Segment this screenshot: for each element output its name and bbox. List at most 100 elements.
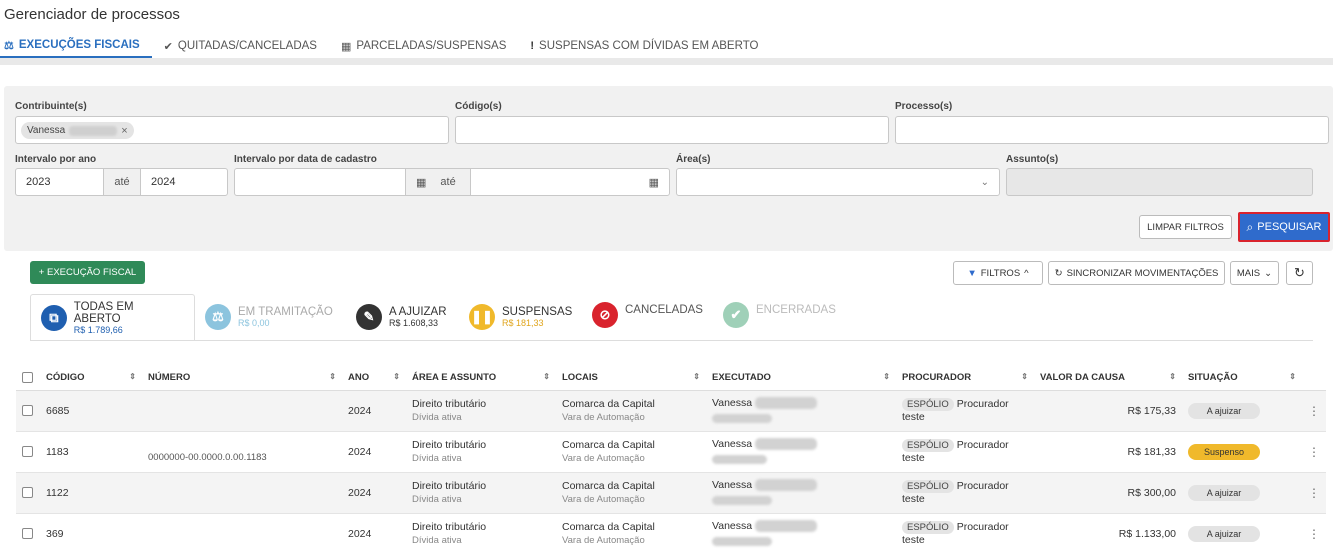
ban-icon: ⊘: [592, 302, 618, 328]
reload-button[interactable]: ↻: [1286, 261, 1313, 285]
table-row[interactable]: 369 2024 Direito tributário Dívida ativa …: [16, 513, 1326, 552]
local-text: Comarca da Capital: [562, 480, 655, 492]
vara-text: Vara de Automação: [562, 412, 645, 423]
ano-fim-input[interactable]: 2024: [140, 168, 228, 196]
codigo-cell: 1122: [40, 472, 142, 514]
executado-name: Vanessa: [712, 519, 753, 532]
tab-suspensas-dividas[interactable]: ! SUSPENSAS COM DÍVIDAS EM ABERTO: [526, 34, 770, 58]
status-label: EM TRAMITAÇÃO: [238, 306, 333, 318]
data-fim-input[interactable]: ▦: [470, 168, 670, 196]
area-cell: Direito tributário Dívida ativa: [406, 431, 556, 473]
executado-cell: Vanessa: [706, 431, 896, 473]
row-checkbox[interactable]: [22, 487, 33, 499]
vara-text: Vara de Automação: [562, 494, 645, 505]
col-numero[interactable]: NÚMERO ⇕: [142, 366, 342, 391]
data-inicio-input[interactable]: [234, 168, 406, 196]
tab-label: EXECUÇÕES FISCAIS: [18, 39, 140, 51]
ano-cell: 2024: [342, 513, 406, 552]
more-icon[interactable]: ⋮: [1302, 513, 1326, 552]
procurador-text: Procurador: [956, 521, 1009, 533]
redacted-text: [712, 536, 772, 546]
vara-text: Vara de Automação: [562, 535, 645, 546]
status-tab-todas[interactable]: ⧉ TODAS EM ABERTO R$ 1.789,66: [30, 294, 195, 340]
col-valor[interactable]: VALOR DA CAUSA ⇕: [1034, 366, 1182, 391]
local-text: Comarca da Capital: [562, 398, 655, 410]
gavel-icon: ✎: [356, 304, 382, 330]
executado-name: Vanessa: [712, 478, 753, 491]
col-situacao[interactable]: SITUAÇÃO ⇕: [1182, 366, 1302, 391]
locais-cell: Comarca da Capital Vara de Automação: [556, 390, 706, 432]
sort-icon: ⇕: [329, 372, 336, 381]
add-execucao-fiscal-button[interactable]: + EXECUÇÃO FISCAL: [30, 261, 145, 284]
more-icon[interactable]: ⋮: [1302, 431, 1326, 473]
sort-icon: ⇕: [1289, 372, 1296, 381]
processo-input[interactable]: [895, 116, 1329, 144]
refresh-icon: ↻: [1294, 265, 1305, 280]
col-locais[interactable]: LOCAIS ⇕: [556, 366, 706, 391]
table-row[interactable]: 1122 2024 Direito tributário Dívida ativa…: [16, 472, 1326, 514]
codigo-cell: 1183: [40, 431, 142, 473]
tab-label: PARCELADAS/SUSPENSAS: [356, 40, 507, 52]
copy-icon: ⧉: [41, 304, 67, 331]
ano-inicio-input[interactable]: 2023: [15, 168, 104, 196]
limpar-filtros-button[interactable]: LIMPAR FILTROS: [1139, 215, 1232, 239]
mais-button[interactable]: MAIS ⌄: [1230, 261, 1279, 285]
check-icon: ✔: [163, 40, 173, 53]
status-tab-encerradas[interactable]: ✔ ENCERRADAS: [723, 294, 836, 340]
redacted-text: [755, 438, 818, 451]
calendar-icon[interactable]: ▦: [416, 176, 426, 189]
ate-addon: até: [103, 168, 141, 196]
table-row[interactable]: 6685 2024 Direito tributário Dívida ativa…: [16, 390, 1326, 432]
col-codigo[interactable]: CÓDIGO ⇕: [40, 366, 142, 391]
close-icon[interactable]: ×: [121, 125, 127, 137]
processo-label: Processo(s): [895, 101, 953, 112]
tab-execucoes-fiscais[interactable]: ⚖ EXECUÇÕES FISCAIS: [0, 34, 152, 58]
procurador-text-2: teste: [902, 534, 925, 546]
executado-name: Vanessa: [712, 396, 753, 409]
tab-quitadas-canceladas[interactable]: ✔ QUITADAS/CANCELADAS: [160, 34, 329, 58]
assunto-label: Assunto(s): [1006, 154, 1059, 165]
filtros-button[interactable]: ▼ FILTROS ^: [953, 261, 1043, 285]
area-cell: Direito tributário Dívida ativa: [406, 513, 556, 552]
area-cell: Direito tributário Dívida ativa: [406, 390, 556, 432]
tab-parceladas-suspensas[interactable]: ▦ PARCELADAS/SUSPENSAS: [337, 34, 518, 58]
row-checkbox[interactable]: [22, 446, 33, 458]
calendar-icon[interactable]: ▦: [649, 176, 659, 189]
col-executado[interactable]: EXECUTADO ⇕: [706, 366, 896, 391]
select-all[interactable]: [16, 366, 40, 391]
procurador-cell: ESPÓLIO Procurador teste: [896, 472, 1034, 514]
status-label: A AJUIZAR: [389, 306, 447, 318]
sort-icon: ⇕: [693, 372, 700, 381]
area-select[interactable]: ⌄: [676, 168, 1000, 196]
procurador-cell: ESPÓLIO Procurador teste: [896, 390, 1034, 432]
assunto-text: Dívida ativa: [412, 535, 462, 546]
more-icon[interactable]: ⋮: [1302, 390, 1326, 432]
pause-icon: ❚❚: [469, 304, 495, 330]
checkbox[interactable]: [22, 372, 33, 384]
contribuinte-input[interactable]: Vanessa ×: [15, 116, 449, 144]
area-cell: Direito tributário Dívida ativa: [406, 472, 556, 514]
status-tab-tramitacao[interactable]: ⚖ EM TRAMITAÇÃO R$ 0,00: [205, 294, 333, 340]
calendar-icon: ▦: [340, 40, 352, 53]
row-checkbox[interactable]: [22, 405, 33, 417]
status-tab-ajuizar[interactable]: ✎ A AJUIZAR R$ 1.608,33: [356, 294, 447, 340]
filter-icon: ▼: [967, 267, 977, 279]
mais-label: MAIS: [1236, 267, 1261, 279]
col-procurador[interactable]: PROCURADOR ⇕: [896, 366, 1034, 391]
col-area[interactable]: ÁREA E ASSUNTO ⇕: [406, 366, 556, 391]
valor-cell: R$ 175,33: [1034, 390, 1182, 432]
col-ano[interactable]: ANO ⇕: [342, 366, 406, 391]
status-tab-suspensas[interactable]: ❚❚ SUSPENSAS R$ 181,33: [469, 294, 572, 340]
ano-cell: 2024: [342, 472, 406, 514]
more-icon[interactable]: ⋮: [1302, 472, 1326, 514]
table-row[interactable]: 1183 0000000-00.0000.0.00.1183 2024 Dire…: [16, 431, 1326, 473]
pesquisar-button[interactable]: ⌕ PESQUISAR: [1238, 212, 1330, 242]
status-tab-canceladas[interactable]: ⊘ CANCELADAS: [592, 294, 703, 340]
valor-cell: R$ 1.133,00: [1034, 513, 1182, 552]
row-checkbox[interactable]: [22, 528, 33, 540]
procurador-text-2: teste: [902, 493, 925, 505]
codigo-input[interactable]: [455, 116, 889, 144]
codigo-cell: 369: [40, 513, 142, 552]
sincronizar-button[interactable]: ↻ SINCRONIZAR MOVIMENTAÇÕES: [1048, 261, 1225, 285]
assunto-text: Dívida ativa: [412, 453, 462, 464]
